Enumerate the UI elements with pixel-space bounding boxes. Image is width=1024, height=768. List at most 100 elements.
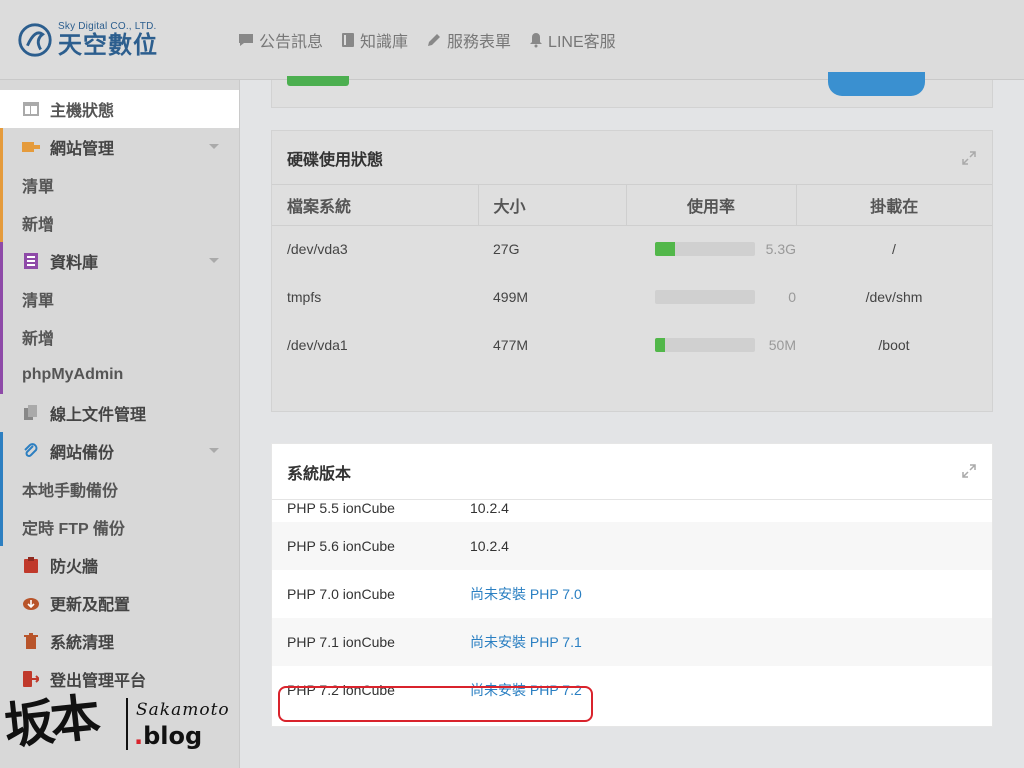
usage-bar-fill [655, 338, 665, 352]
sidebar-item-host-status[interactable]: 主機狀態 [0, 90, 239, 128]
list-item: PHP 5.6 ionCube 10.2.4 [272, 522, 992, 570]
chevron-down-icon[interactable] [209, 144, 219, 149]
list-item: PHP 7.0 ionCube 尚未安裝 PHP 7.0 [272, 570, 992, 618]
version-key: PHP 5.5 ionCube [287, 500, 395, 516]
nav-knowledge-base[interactable]: 知識庫 [341, 28, 408, 52]
install-php-link[interactable]: 尚未安裝 PHP 7.1 [470, 632, 582, 652]
watermark-logo: 坂本 Sakamoto .blog [2, 682, 234, 762]
disk-panel-title: 硬碟使用狀態 [287, 151, 384, 169]
version-value: 10.2.4 [470, 538, 509, 554]
size-cell: 499M [493, 289, 529, 305]
nav-line-support[interactable]: LINE客服 [529, 28, 616, 52]
cloud-download-icon [22, 594, 40, 612]
watermark-blog: .blog [134, 722, 202, 750]
sidebar-item-file-manager[interactable]: 線上文件管理 [0, 394, 239, 432]
usage-cell: 5.3G [626, 225, 796, 273]
disk-usage-panel: 硬碟使用狀態 檔案系統 大小 使用率 掛載在 /dev/vda3 27G 5.3G /… [271, 130, 993, 412]
chat-icon [239, 34, 253, 46]
sidebar-item-website-management[interactable]: 網站管理 [0, 128, 239, 166]
sidebar-item-update-config[interactable]: 更新及配置 [0, 584, 239, 622]
system-panel-title: 系統版本 [287, 465, 352, 483]
panel-title: 硬碟使用狀態 [272, 131, 992, 185]
size-cell: 477M [493, 337, 529, 353]
sidebar-item-system-cleanup[interactable]: 系統清理 [0, 622, 239, 660]
sidebar-subitem-ftp-backup[interactable]: 定時 FTP 備份 [0, 508, 239, 546]
expand-icon[interactable] [962, 464, 976, 478]
usage-value: 5.3G [765, 241, 796, 258]
fs-cell: /dev/vda3 [287, 241, 348, 258]
action-button[interactable] [828, 72, 925, 96]
version-key: PHP 7.0 ionCube [287, 586, 395, 602]
nav-service-forms[interactable]: 服務表單 [426, 28, 511, 52]
watermark-en: Sakamoto [136, 700, 230, 720]
database-icon [22, 252, 40, 270]
website-icon [22, 138, 40, 156]
top-navigation: 公告訊息 知識庫 服務表單 LINE客服 [238, 28, 616, 52]
usage-value: 50M [768, 337, 796, 353]
usage-bar [655, 338, 755, 352]
sky-logo-icon [18, 23, 52, 57]
usage-cell: 0 [626, 273, 796, 321]
version-key: PHP 7.2 ionCube [287, 682, 395, 698]
version-key: PHP 7.1 ionCube [287, 634, 395, 650]
size-cell: 27G [493, 241, 520, 258]
sidebar-subitem-website-list[interactable]: 清單 [0, 166, 239, 204]
usage-value: 0 [788, 289, 796, 305]
mount-cell: /boot [878, 337, 910, 353]
nav-knowledge-base-label: 知識庫 [360, 34, 409, 51]
nav-line-support-label: LINE客服 [548, 34, 616, 51]
column-header: 大小 [477, 185, 626, 226]
sidebar-subitem-database-list[interactable]: 清單 [0, 280, 239, 318]
install-php-link[interactable]: 尚未安裝 PHP 7.2 [470, 680, 582, 700]
mount-cell: /dev/shm [865, 289, 923, 305]
chevron-down-icon[interactable] [209, 258, 219, 263]
sidebar-item-label: 網站備份 [50, 445, 115, 462]
sidebar-item-database[interactable]: 資料庫 [0, 242, 239, 280]
brand-name-zh: 天空數位 [58, 32, 158, 59]
sidebar: 主機狀態 網站管理 清單 新增 資料庫 清單 新增 phpMyAdmin 線上文… [0, 80, 240, 768]
chevron-down-icon[interactable] [209, 448, 219, 453]
nav-announcements-label: 公告訊息 [259, 34, 324, 51]
pencil-icon [428, 34, 441, 46]
column-header: 掛載在 [795, 185, 992, 226]
watermark-blog-dot: . [134, 722, 144, 750]
clipboard-icon [22, 556, 40, 574]
nav-announcements[interactable]: 公告訊息 [238, 28, 323, 52]
sidebar-item-firewall[interactable]: 防火牆 [0, 546, 239, 584]
usage-bar [655, 290, 755, 304]
version-key: PHP 5.6 ionCube [287, 538, 395, 554]
mount-cell: / [892, 241, 896, 258]
sidebar-item-label: 主機狀態 [50, 103, 115, 120]
sidebar-subitem-website-add[interactable]: 新增 [0, 204, 239, 242]
brand-name-en: Sky Digital CO., LTD. [58, 21, 157, 32]
table-header-row: 檔案系統 大小 使用率 掛載在 [272, 185, 992, 226]
watermark-divider [126, 698, 128, 750]
usage-bar [655, 242, 755, 257]
disk-table: 檔案系統 大小 使用率 掛載在 /dev/vda3 27G 5.3G / tmpfs 49… [272, 185, 992, 369]
brand-logo[interactable]: Sky Digital CO., LTD. 天空數位 [16, 20, 158, 60]
column-header: 檔案系統 [272, 185, 478, 226]
dashboard-icon [22, 100, 40, 118]
sidebar-item-website-backup[interactable]: 網站備份 [0, 432, 239, 470]
sidebar-item-label: 系統清理 [50, 635, 115, 652]
sidebar-subitem-phpmyadmin[interactable]: phpMyAdmin [0, 356, 239, 394]
sidebar-item-label: 更新及配置 [50, 597, 131, 614]
status-badge [287, 76, 349, 86]
nav-service-forms-label: 服務表單 [447, 34, 512, 51]
list-item: PHP 7.2 ionCube 尚未安裝 PHP 7.2 [272, 666, 992, 714]
sidebar-item-label: 線上文件管理 [50, 407, 147, 424]
system-version-list: PHP 5.5 ionCube 10.2.4 PHP 5.6 ionCube 10.2… [272, 494, 992, 714]
sidebar-subitem-local-backup[interactable]: 本地手動備份 [0, 470, 239, 508]
usage-bar-fill [655, 242, 675, 257]
sidebar-subitem-database-add[interactable]: 新增 [0, 318, 239, 356]
table-row: tmpfs 499M 0/dev/shm [272, 273, 992, 321]
table-row: /dev/vda3 27G 5.3G / [272, 225, 992, 273]
table-row: /dev/vda1 477M 50M/boot [272, 321, 992, 369]
watermark-blog-text: blog [143, 722, 203, 750]
trash-icon [22, 632, 40, 650]
fs-cell: /dev/vda1 [287, 337, 348, 353]
install-php-link[interactable]: 尚未安裝 PHP 7.0 [470, 584, 582, 604]
expand-icon[interactable] [962, 151, 976, 165]
fs-cell: tmpfs [287, 289, 322, 305]
system-version-panel: 系統版本 PHP 5.5 ionCube 10.2.4 PHP 5.6 ionCub… [271, 443, 993, 727]
